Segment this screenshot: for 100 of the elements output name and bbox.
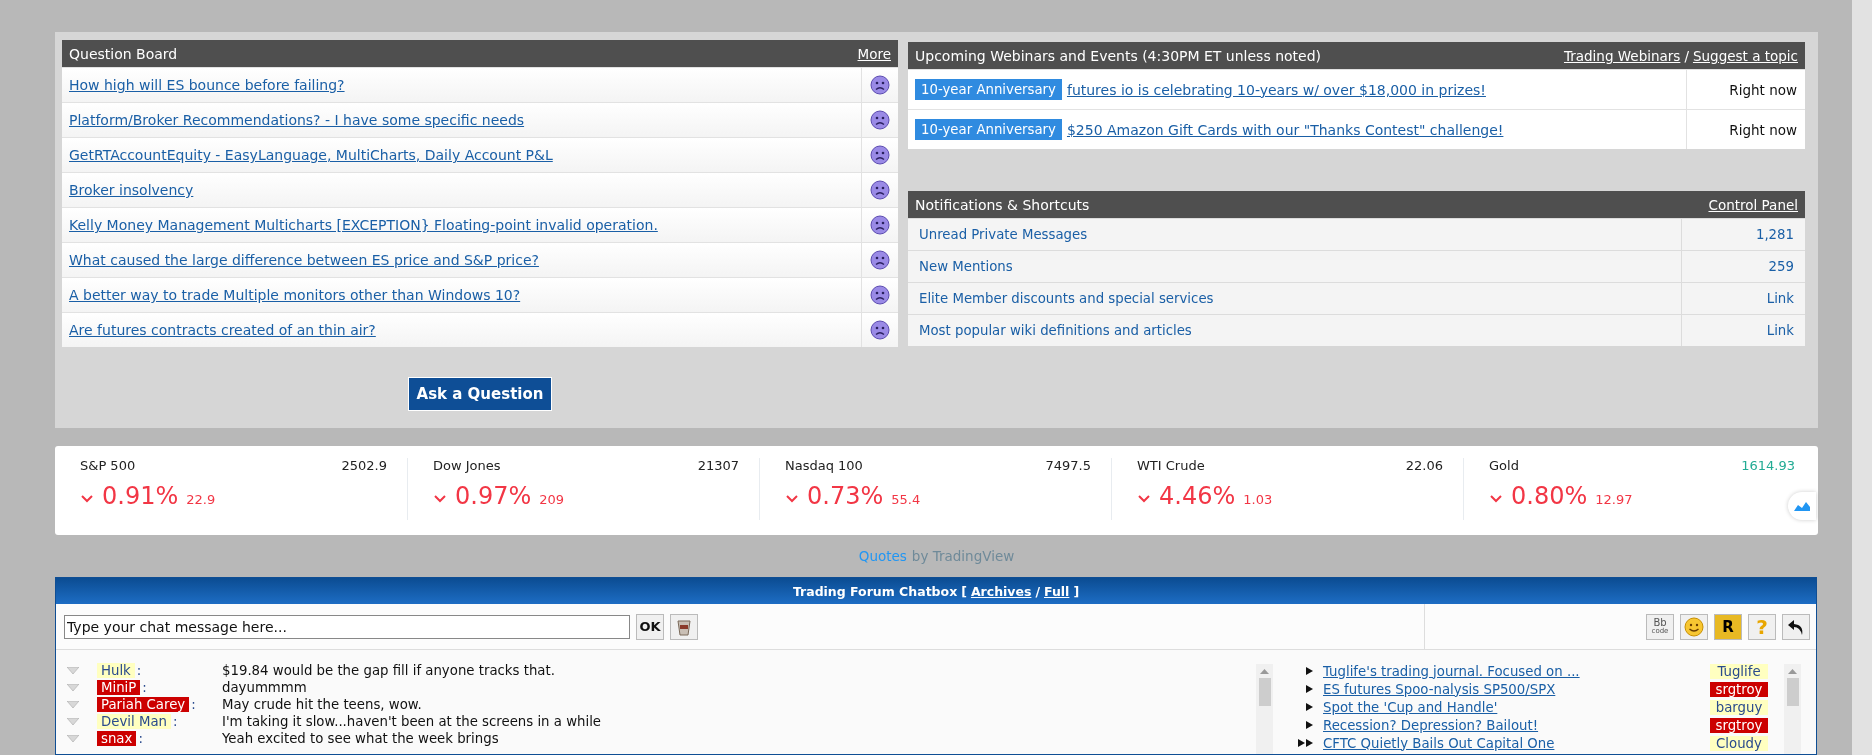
price-change: 1.03 [1243, 492, 1273, 508]
chat-message: I'm taking it slow...haven't been at the screens in a while [222, 714, 602, 729]
chevron-down-icon [433, 493, 447, 505]
topic-link[interactable]: Spot the 'Cup and Handle' [1323, 699, 1710, 715]
ok-button[interactable]: OK [636, 613, 664, 640]
sad-face-icon [870, 180, 890, 200]
colon-text: : [191, 697, 196, 712]
header-link[interactable]: Archives [970, 583, 1032, 599]
symbol-name[interactable]: WTI Crude [1137, 458, 1205, 483]
symbol-price: 1614.93 [1741, 458, 1795, 476]
topic-link[interactable]: CFTC Quietly Bails Out Capital One [1323, 735, 1710, 751]
username-tag[interactable]: Hulk [97, 663, 135, 678]
separator-text: / [1684, 47, 1689, 64]
username-tag[interactable]: Tuglife [1710, 663, 1768, 679]
chat-input-field[interactable]: Type your chat message here... [64, 614, 630, 639]
sad-face-icon [870, 110, 890, 130]
question-link[interactable]: Are futures contracts created of an thin air? [69, 322, 376, 338]
control-panel-link[interactable]: Control Panel [1708, 196, 1798, 213]
scroll-up-icon [1260, 669, 1269, 674]
shortcut-link[interactable]: New Mentions [919, 259, 1013, 274]
username-tag[interactable]: Pariah Carey [97, 697, 190, 712]
colon-text: : [138, 731, 143, 746]
scrollbar-thumb[interactable] [1786, 678, 1799, 706]
more-link[interactable]: More [857, 45, 891, 62]
event-time: Right now [1729, 81, 1797, 98]
triangle-down-icon [67, 700, 79, 709]
username-tag[interactable]: Devil Man [97, 714, 171, 729]
sad-face-icon [870, 285, 890, 305]
chat-message: $19.84 would be the gap fill if anyone tracks that. [222, 663, 555, 678]
shortcut-value[interactable]: Link [1766, 291, 1794, 306]
sad-face-icon [870, 145, 890, 165]
shortcut-link[interactable]: Elite Member discounts and special services [919, 291, 1214, 306]
event-link[interactable]: futures io is celebrating 10-years w/ over $18,000 in prizes! [1066, 81, 1486, 98]
scrollbar-track[interactable] [1852, 0, 1872, 755]
colon-text: : [142, 680, 147, 695]
triangle-down-icon [67, 734, 79, 743]
shortcut-link[interactable]: Unread Private Messages [919, 227, 1088, 242]
shortcut-value[interactable]: 1,281 [1755, 227, 1794, 242]
topic-link[interactable]: Recession? Depression? Bailout! [1323, 717, 1710, 733]
undo-button[interactable] [1782, 613, 1810, 640]
bracket-text: [ [961, 583, 967, 599]
symbol-name[interactable]: Nasdaq 100 [785, 458, 863, 483]
sad-face-icon [870, 320, 890, 340]
symbol-name[interactable]: Dow Jones [433, 458, 501, 483]
symbol-price: 7497.5 [1045, 458, 1091, 476]
event-tag: 10-year Anniversary [915, 119, 1062, 140]
colon-text: : [172, 714, 178, 729]
username-tag[interactable]: srgtroy [1710, 717, 1768, 733]
scrollbar-thumb[interactable] [1258, 678, 1271, 706]
sad-face-icon [870, 75, 890, 95]
scrollbar[interactable] [1784, 664, 1801, 754]
sad-face-icon [870, 215, 890, 235]
chevron-down-icon [80, 493, 94, 505]
scrollbar[interactable] [1256, 664, 1273, 754]
username-tag[interactable]: snax [97, 731, 137, 746]
header-link[interactable]: Full [1044, 583, 1070, 599]
shortcut-value[interactable]: 259 [1768, 259, 1794, 274]
chat-message: May crude hit the teens, wow. [222, 697, 422, 712]
trash-button[interactable] [670, 613, 698, 640]
price-change: 209 [539, 492, 565, 508]
price-change: 55.4 [891, 492, 921, 508]
symbol-name[interactable]: S&P 500 [80, 458, 136, 483]
sad-face-icon [870, 250, 890, 270]
question-link[interactable]: How high will ES bounce before failing? [69, 77, 345, 93]
shortcut-value[interactable]: Link [1766, 323, 1794, 338]
attribution-text: by TradingView [911, 548, 1015, 565]
header-link[interactable]: Trading Webinars [1563, 47, 1681, 64]
chatbox-title: Trading Forum Chatbox [792, 583, 958, 599]
event-link[interactable]: $250 Amazon Gift Cards with our "Thanks Contest" challenge! [1066, 121, 1504, 138]
username-tag[interactable]: barguy [1710, 699, 1768, 715]
chevron-down-icon [785, 493, 799, 505]
shortcut-link[interactable]: Most popular wiki definitions and articles [919, 323, 1192, 338]
symbol-name[interactable]: Gold [1489, 458, 1519, 483]
event-time: Right now [1729, 121, 1797, 138]
percent-change: 0.91% [102, 482, 179, 511]
trash-icon [677, 617, 691, 636]
percent-change: 0.97% [455, 482, 532, 511]
username-tag[interactable]: srgtroy [1710, 681, 1768, 697]
panel-title: Upcoming Webinars and Events (4:30PM ET unless noted) [915, 47, 1322, 64]
chat-message: Yeah excited to see what the week brings [222, 731, 499, 746]
percent-change: 0.73% [807, 482, 884, 511]
scroll-up-icon [1788, 669, 1797, 674]
badge-button[interactable]: R [1714, 613, 1742, 640]
topic-link[interactable]: ES futures Spoo-nalysis SP500/SPX [1323, 681, 1710, 697]
symbol-price: 22.06 [1405, 458, 1443, 476]
username-tag[interactable]: MiniP [97, 680, 141, 695]
username-tag[interactable]: Cloudy [1710, 735, 1768, 751]
question-link[interactable]: Broker insolvency [69, 182, 194, 198]
topic-link[interactable]: Tuglife's trading journal. Focused on ... [1323, 663, 1710, 679]
event-tag: 10-year Anniversary [915, 79, 1062, 100]
panel-title: Notifications & Shortcuts [915, 196, 1090, 213]
smiley-button[interactable] [1680, 613, 1708, 640]
separator-text: / [1035, 583, 1040, 599]
price-change: 12.97 [1595, 492, 1633, 508]
header-link[interactable]: Suggest a topic [1692, 47, 1798, 64]
triangle-down-icon [67, 717, 79, 726]
chevron-down-icon [1137, 493, 1151, 505]
widget-button[interactable] [1788, 492, 1816, 521]
ask-question-button[interactable]: Ask a Question [407, 377, 553, 411]
price-change: 22.9 [186, 492, 216, 508]
